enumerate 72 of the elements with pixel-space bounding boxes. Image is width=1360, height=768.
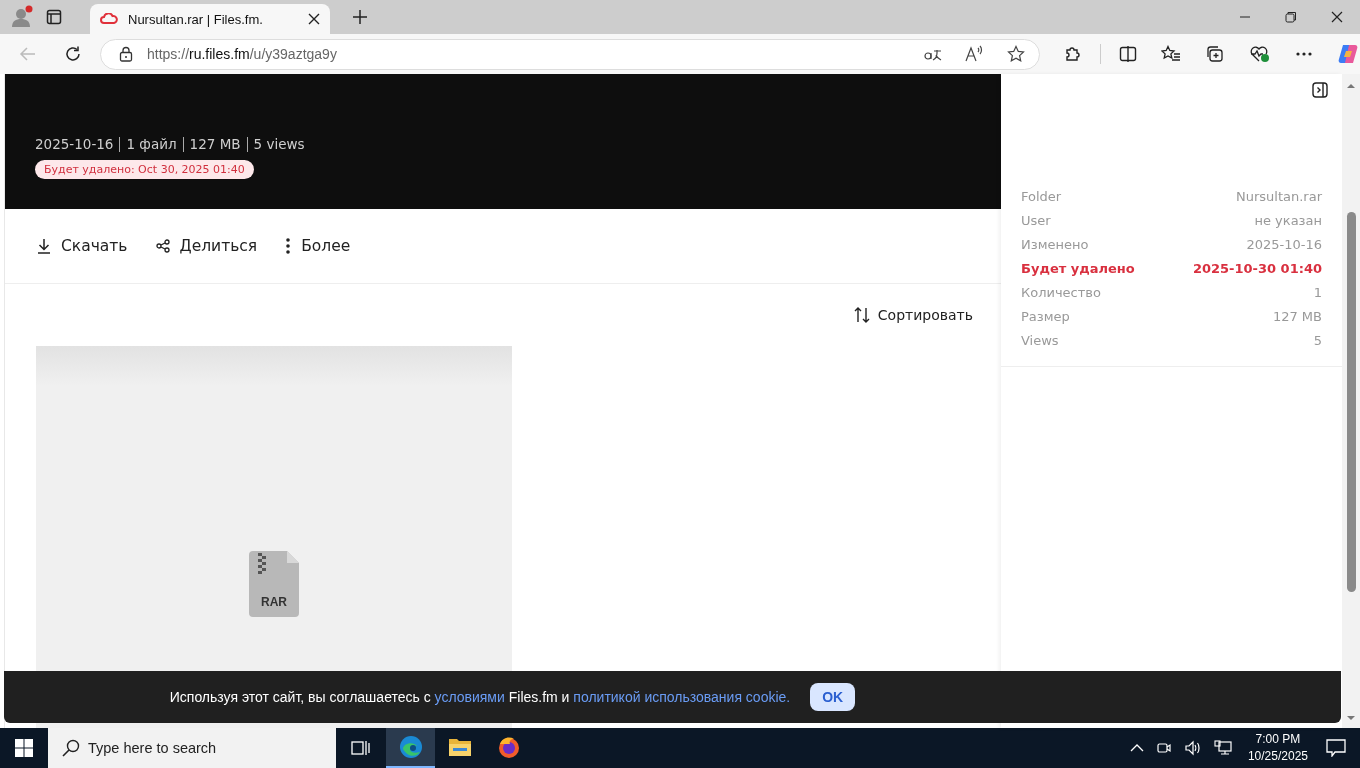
camera-icon[interactable] — [1155, 740, 1172, 756]
favorites-icon[interactable] — [1161, 45, 1181, 63]
restore-icon[interactable] — [1285, 11, 1297, 23]
detail-label: Размер — [1021, 308, 1070, 324]
download-button[interactable]: Скачать — [33, 233, 132, 259]
ok-button[interactable]: OK — [810, 683, 856, 711]
split-screen-icon[interactable] — [1119, 45, 1137, 63]
scrollbar-thumb[interactable] — [1346, 212, 1356, 592]
folder-icon — [447, 736, 472, 758]
detail-value: 2025-10-30 01:40 — [1192, 260, 1322, 276]
collapse-panel-icon[interactable] — [1312, 82, 1328, 98]
network-icon[interactable] — [1213, 740, 1232, 756]
share-button[interactable]: Делиться — [151, 233, 262, 259]
edge-icon — [398, 735, 423, 759]
archive-file-icon — [249, 551, 299, 617]
search-icon — [62, 739, 80, 757]
close-icon[interactable] — [308, 13, 320, 25]
detail-value: 127 MB — [1272, 308, 1322, 324]
sort-arrows-icon — [853, 307, 870, 323]
scroll-up-icon[interactable] — [1346, 82, 1356, 90]
address-field[interactable]: https://ru.files.fm/u/y39aztga9y — [100, 38, 1040, 70]
more-icon[interactable] — [1295, 51, 1313, 57]
clock-date: 10/25/2025 — [1247, 748, 1308, 765]
chevron-up-icon[interactable] — [1129, 743, 1144, 753]
download-icon — [37, 238, 51, 254]
deletion-badge: Будет удалено: Oct 30, 2025 01:40 — [35, 160, 254, 179]
heart-pulse-icon[interactable] — [1249, 45, 1271, 63]
read-aloud-icon[interactable] — [965, 45, 985, 63]
detail-label: Views — [1021, 332, 1059, 348]
lock-icon — [119, 46, 133, 62]
task-view-icon[interactable] — [351, 739, 371, 757]
meta-text: 127 MB — [189, 136, 241, 152]
scroll-down-icon[interactable] — [1346, 714, 1356, 722]
meta-text: 2025-10-16 — [35, 136, 114, 152]
meta-text: 1 файл — [126, 136, 177, 152]
detail-value: 1 — [1313, 284, 1322, 300]
edge-taskbar-button[interactable] — [386, 728, 435, 768]
detail-label: User — [1021, 212, 1051, 228]
cloud-logo-icon — [100, 13, 118, 25]
tab-actions-icon[interactable] — [46, 9, 62, 25]
sort-button[interactable]: Сортировать — [847, 306, 979, 324]
clock-time: 7:00 PM — [1255, 731, 1301, 748]
detail-value: не указан — [1254, 212, 1322, 228]
refresh-icon[interactable] — [64, 45, 82, 63]
collections-icon[interactable] — [1205, 45, 1225, 63]
detail-value: 2025-10-16 — [1246, 236, 1322, 252]
detail-label: Folder — [1021, 188, 1062, 204]
firefox-icon — [496, 735, 521, 759]
more-button[interactable]: Более — [281, 233, 355, 259]
browser-tab[interactable]: Nursultan.rar | Files.fm. — [90, 4, 330, 34]
tab-title: Nursultan.rar | Files.fm. — [128, 11, 264, 27]
cookie-link[interactable]: условиями — [434, 689, 505, 705]
detail-label: Изменено — [1021, 236, 1089, 252]
taskbar-search-field[interactable]: Type here to search — [48, 728, 336, 768]
detail-label: Количество — [1021, 284, 1101, 300]
copilot-icon[interactable] — [1337, 43, 1359, 65]
file-type-label: RAR — [261, 595, 287, 609]
new-tab-icon[interactable] — [352, 9, 368, 25]
cookie-link[interactable]: политикой использования cookie. — [573, 689, 791, 705]
notification-icon[interactable] — [1326, 739, 1346, 757]
close-window-icon[interactable] — [1331, 11, 1343, 23]
windows-start-icon[interactable] — [15, 739, 33, 757]
profile-icon[interactable] — [10, 5, 34, 29]
star-icon[interactable] — [1007, 45, 1025, 63]
meta-text: 5 views — [253, 136, 305, 152]
puzzle-icon[interactable] — [1064, 45, 1082, 63]
speaker-icon[interactable] — [1183, 740, 1202, 756]
detail-value: Nursultan.rar — [1235, 188, 1322, 204]
kebab-icon — [285, 238, 292, 254]
detail-label: Будет удалено — [1021, 260, 1135, 276]
detail-value: 5 — [1313, 332, 1322, 348]
share-icon — [155, 239, 170, 253]
